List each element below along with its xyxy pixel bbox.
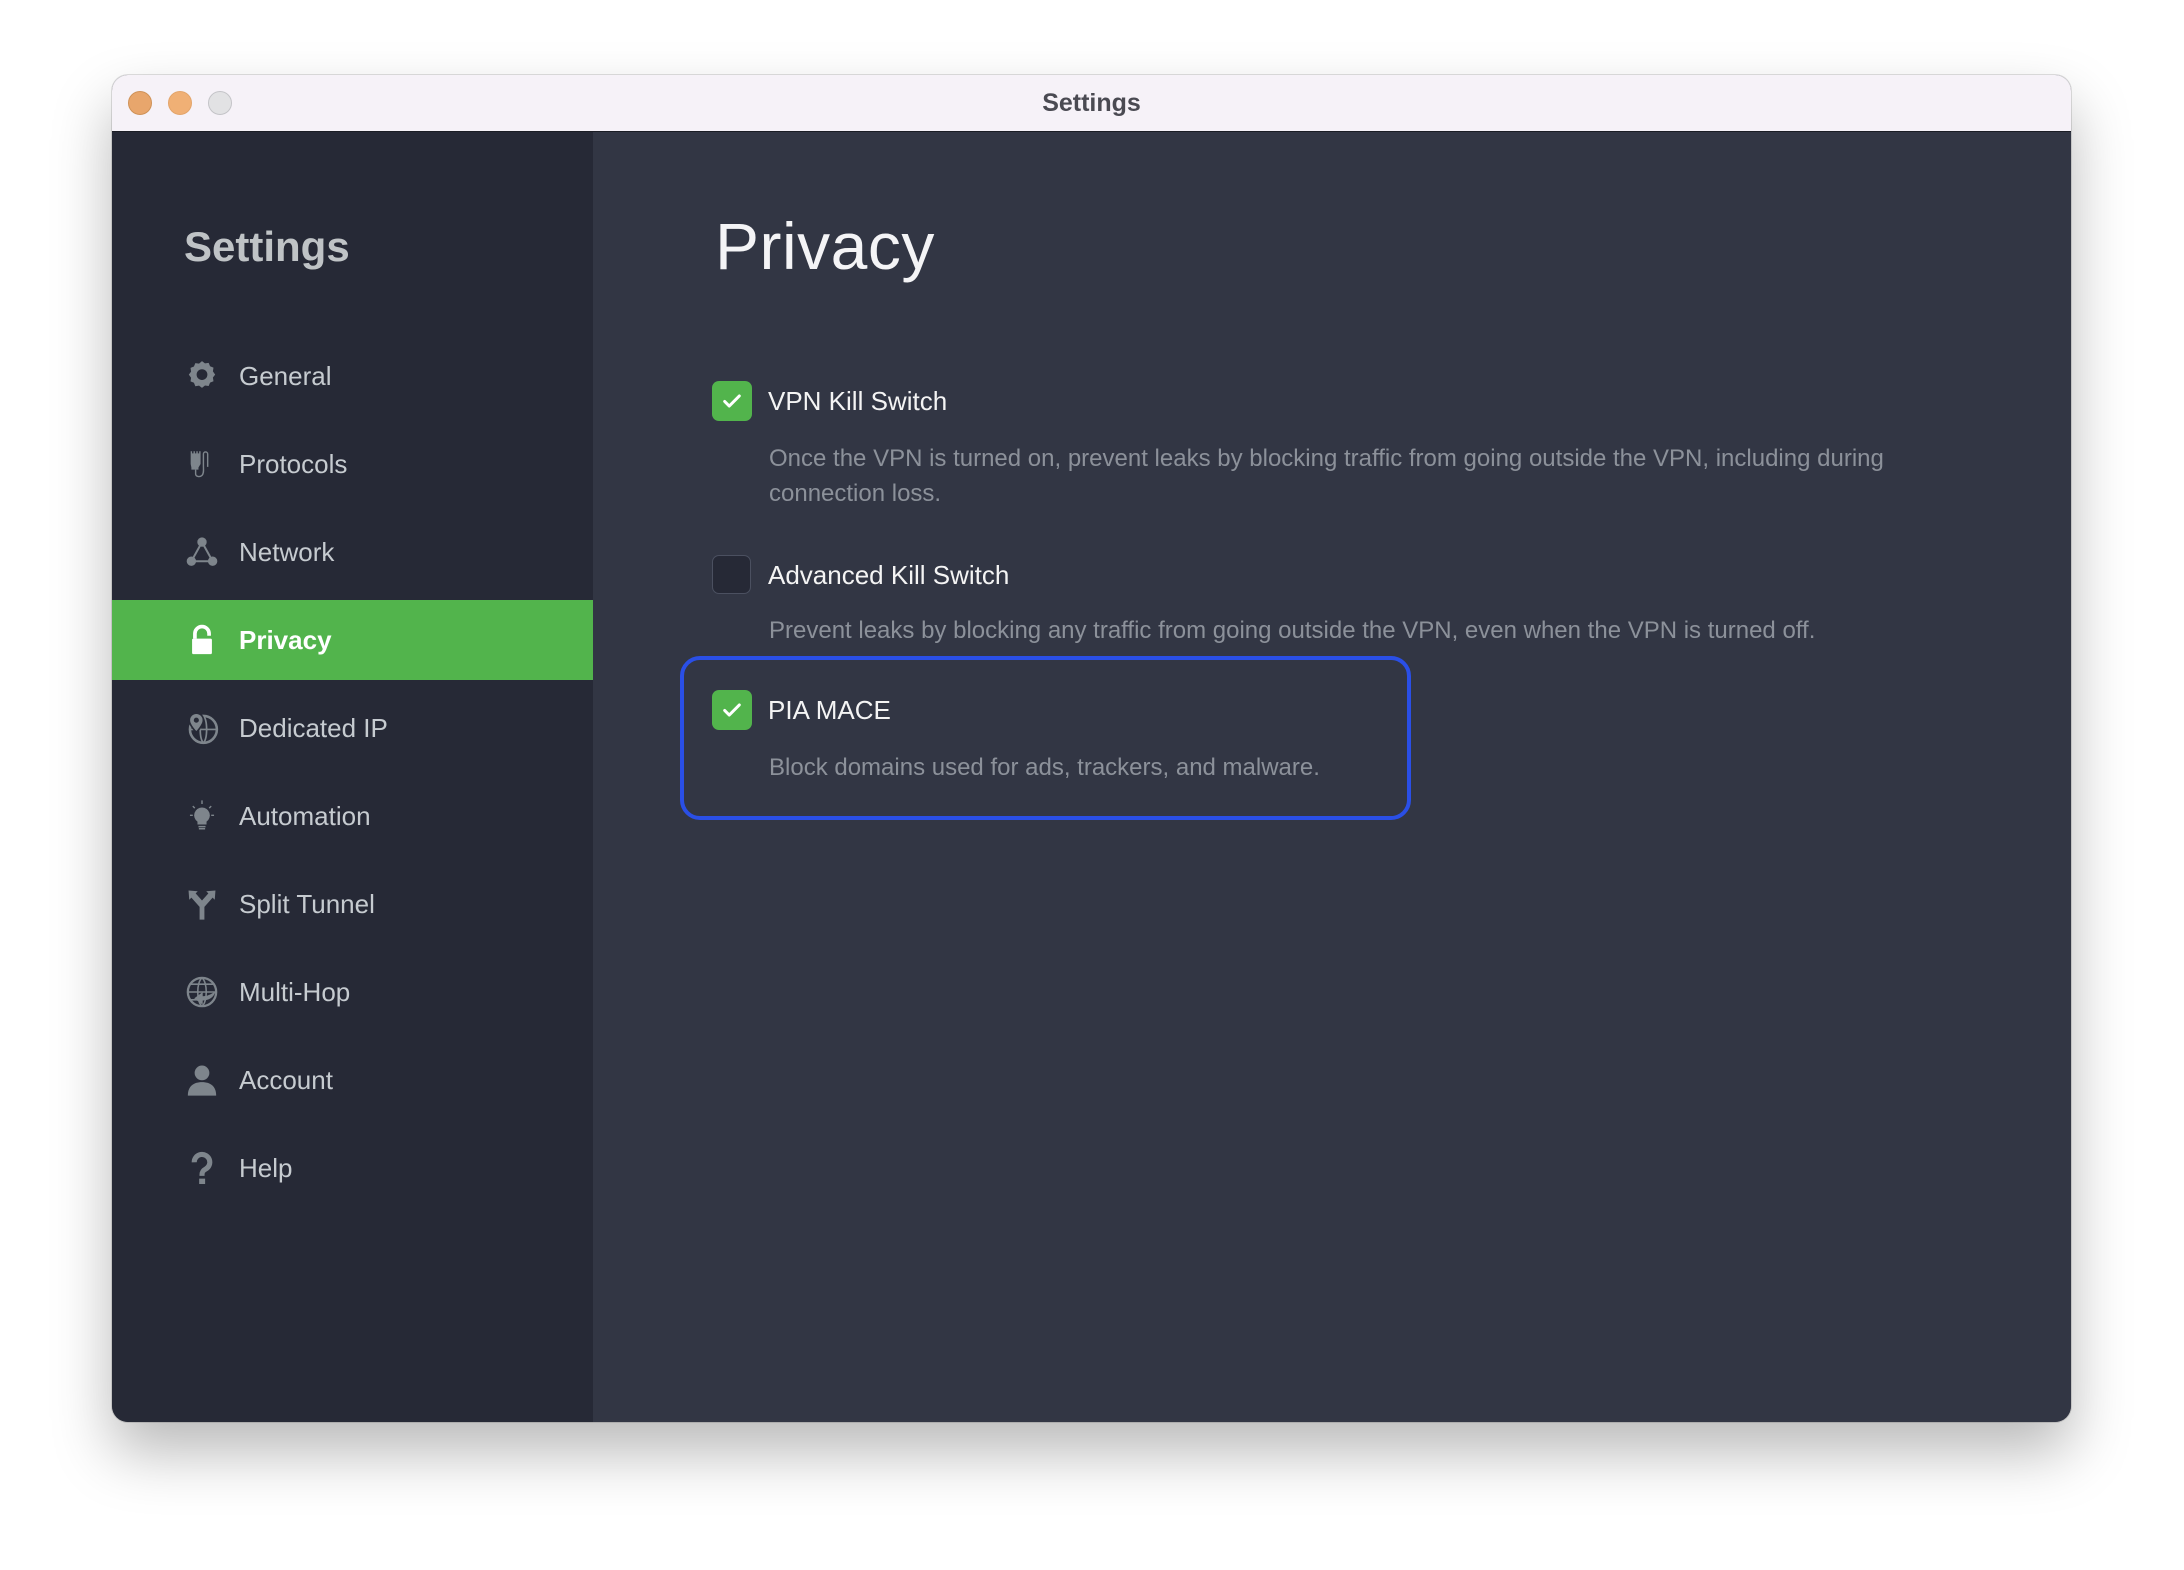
sidebar-item-label: Account [239, 1065, 333, 1095]
sidebar-item-account[interactable]: Account [112, 1040, 593, 1120]
pia-mace-description: Block domains used for ads, trackers, an… [769, 754, 1320, 781]
sidebar-item-label: Multi-Hop [239, 977, 351, 1007]
pia-mace-label[interactable]: PIA MACE [768, 690, 891, 730]
checkmark-icon [723, 394, 741, 408]
sidebar-item-network[interactable]: Network [112, 512, 593, 592]
sidebar-item-automation[interactable]: Automation [112, 776, 593, 856]
sidebar-item-label: Split Tunnel [239, 889, 375, 919]
sidebar-title: Settings [184, 223, 350, 270]
sidebar-nav: General Protocols Network Privacy Dedica… [112, 336, 593, 1216]
sidebar-item-dedicated-ip[interactable]: Dedicated IP [112, 688, 593, 768]
ethernet-plug-icon [184, 446, 220, 482]
lightbulb-icon [184, 798, 220, 834]
window-title: Settings [1042, 89, 1141, 117]
page-title: Privacy [715, 209, 935, 283]
advanced-kill-switch-description: Prevent leaks by blocking any traffic fr… [769, 617, 1816, 644]
sidebar-item-protocols[interactable]: Protocols [112, 424, 593, 504]
sidebar-item-label: General [239, 361, 332, 391]
lock-icon [184, 622, 220, 658]
checkmark-icon [723, 703, 741, 717]
question-icon [184, 1150, 220, 1186]
sidebar-item-privacy[interactable]: Privacy [112, 600, 593, 680]
sidebar-item-label: Network [239, 537, 335, 567]
sidebar-item-label: Automation [239, 801, 371, 831]
sidebar-item-label: Protocols [239, 449, 348, 479]
sidebar-item-label: Help [239, 1153, 293, 1183]
network-nodes-icon [184, 534, 220, 570]
main-panel: Privacy VPN Kill Switch Once the VPN is … [593, 132, 2071, 1422]
sidebar-item-help[interactable]: Help [112, 1128, 593, 1208]
split-arrows-icon [184, 886, 220, 922]
sidebar-item-general[interactable]: General [112, 336, 593, 416]
sidebar-item-multi-hop[interactable]: Multi-Hop [112, 952, 593, 1032]
sidebar-item-split-tunnel[interactable]: Split Tunnel [112, 864, 593, 944]
settings-window: Settings Settings General Protocols Netw… [112, 75, 2071, 1422]
vpn-kill-switch-description: Once the VPN is turned on, prevent leaks… [769, 445, 1884, 507]
pia-mace-highlight [680, 656, 1411, 820]
vpn-kill-switch-checkbox[interactable] [712, 381, 752, 421]
sidebar-item-label: Privacy [239, 625, 332, 655]
title-bar: Settings [112, 75, 2071, 132]
user-icon [184, 1062, 220, 1098]
sidebar-item-label: Dedicated IP [239, 713, 388, 743]
globe-arrow-icon [184, 974, 220, 1010]
gear-icon [184, 358, 220, 394]
pia-mace-checkbox[interactable] [712, 690, 752, 730]
globe-pin-icon [184, 710, 220, 746]
sidebar: Settings General Protocols Network Priva… [112, 132, 593, 1422]
advanced-kill-switch-checkbox[interactable] [712, 555, 751, 594]
vpn-kill-switch-label[interactable]: VPN Kill Switch [768, 381, 947, 421]
advanced-kill-switch-label[interactable]: Advanced Kill Switch [768, 555, 1009, 595]
